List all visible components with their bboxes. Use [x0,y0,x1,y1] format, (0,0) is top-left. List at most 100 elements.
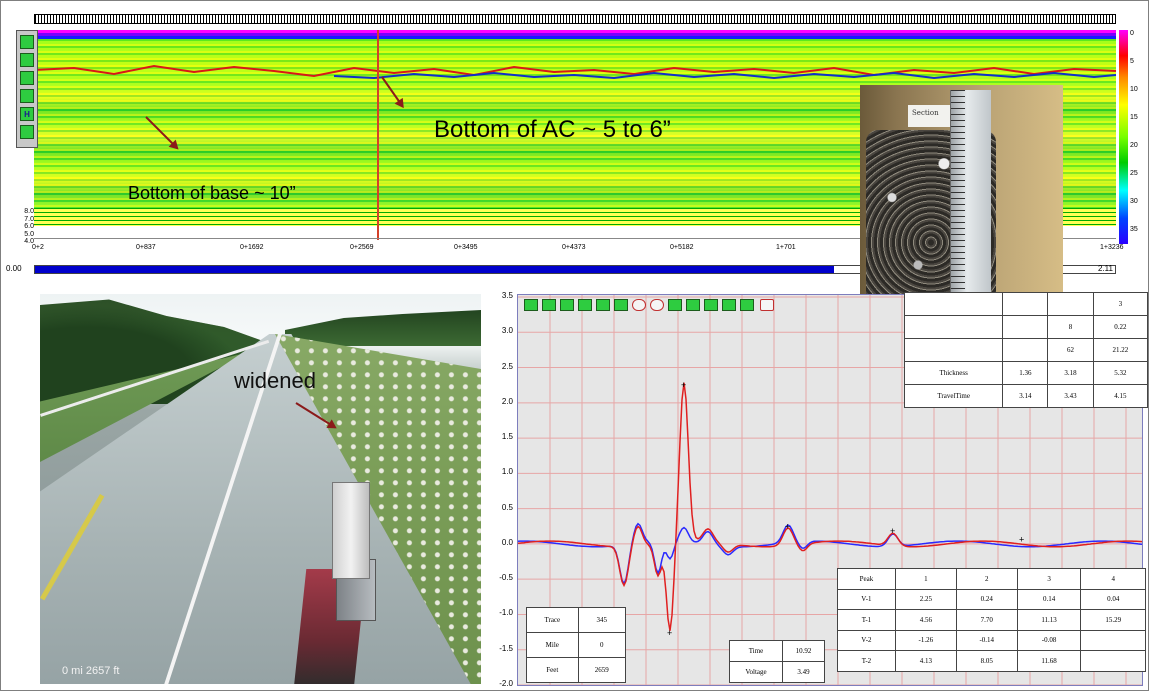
table-cell [1080,650,1146,672]
arrow-right-icon[interactable] [578,299,592,311]
table-cell: 8.05 [955,650,1018,672]
table-row: Voltage 3.49 [728,661,825,683]
table-cell: Feet [526,657,579,683]
table-row: 8 0.22 [903,315,1149,339]
scroll-end-value: 2.11 [1098,264,1113,273]
colorbar-tick-label: 25 [1130,170,1138,177]
table-cell: 2659 [577,657,627,683]
gpr-antenna-cart [293,474,380,684]
fast-forward-icon[interactable] [740,299,754,311]
table-row: V-1 2.25 0.24 0.14 0.04 [837,588,1146,610]
table-cell: -0.14 [955,629,1018,651]
last-icon[interactable] [722,299,736,311]
step-forward-icon[interactable] [542,299,556,311]
table-cell: -0.08 [1016,629,1082,651]
y-tick-label: -0.5 [499,573,513,583]
table-row: Mile 0 [526,632,627,658]
print-icon[interactable] [760,299,774,311]
station-tick-label: 0+5182 [670,244,694,251]
zoom-out-icon[interactable] [650,299,664,311]
table-row: T-1 4.56 7.70 11.13 15.29 [837,609,1146,631]
station-tick-label: 0+3495 [454,244,478,251]
zoom-in-icon[interactable] [632,299,646,311]
scroll-start-value: 0.00 [6,264,22,273]
radargram-toolbox: H [16,30,38,148]
table-cell: 1 [894,568,957,590]
x-icon[interactable] [20,125,34,139]
play-icon[interactable] [524,299,538,311]
table-row: V-2 -1.26 -0.14 -0.08 [837,629,1146,651]
y-tick-label: -1.5 [499,643,513,653]
table-cell: 3 [1016,568,1082,590]
station-tick-label: 0+2 [32,244,44,251]
table-cell: Voltage [728,661,784,683]
antenna-box [332,482,370,579]
y-tick-label: 2.5 [501,361,513,371]
table-cell [1047,292,1094,316]
arrow-left-icon[interactable] [560,299,574,311]
table-cell: T-1 [837,609,896,631]
scrollbar-thumb[interactable] [35,266,835,273]
table-cell: V-1 [837,588,896,610]
table-cell [1002,292,1049,316]
next-icon[interactable] [704,299,718,311]
left-axis-tick: 6.0 [24,223,34,230]
left-axis-tick: 5.0 [24,230,34,238]
colorbar-tick-label: 35 [1130,226,1138,233]
table-cell: 8 [1047,315,1094,339]
table-cell: 3.43 [1047,384,1094,408]
table-cell: 0.22 [1092,315,1149,339]
table-cell [1002,338,1049,362]
first-icon[interactable] [668,299,682,311]
table-cell: 2 [955,568,1018,590]
station-tick-label: 0+1692 [240,244,264,251]
save-icon[interactable] [614,299,628,311]
table-row: Feet 2659 [526,657,627,683]
station-tick-label: 0+837 [136,244,156,251]
h-icon[interactable]: H [20,107,34,121]
table-cell: Mile [526,632,579,658]
trace-ruler[interactable] [34,14,1116,24]
table-row: TravelTime 3.14 3.43 4.15 [903,384,1149,408]
table-row: Time 10.92 [728,640,825,662]
x-box-icon[interactable] [20,89,34,103]
table-cell: 11.13 [1016,609,1082,631]
table-cell: 11.68 [1016,650,1082,672]
crosshair-icon[interactable] [20,71,34,85]
layer-table: 3 8 0.22 62 21.22 Thickness 1.36 3.18 5.32 Travel… [903,292,1149,408]
left-axis-tick: 4.0 [24,238,34,245]
colorbar-tick-label: 20 [1130,142,1138,149]
table-cell [1002,315,1049,339]
annotation-bottom-of-base: Bottom of base ~ 10” [128,183,296,203]
table-cell: 0.14 [1016,588,1082,610]
table-cell [1080,629,1146,651]
undo-icon[interactable] [596,299,610,311]
y-tick-label: 3.5 [501,291,513,300]
colorbar-ticks: 0 5 10 15 20 25 30 35 [1130,30,1149,244]
table-cell: 3.18 [1047,361,1094,385]
table-cell: 21.22 [1092,338,1149,362]
colorbar-tick-label: 0 [1130,30,1134,37]
trace-cursor-line[interactable] [377,30,379,240]
colorbar-tick-label: 5 [1130,58,1134,65]
table-cell: 4.15 [1092,384,1149,408]
table-cell: T-2 [837,650,896,672]
ruler-icon[interactable] [20,35,34,49]
y-tick-label: 0.5 [501,502,513,512]
table-row: T-2 4.13 8.05 11.68 [837,650,1146,672]
prev-icon[interactable] [686,299,700,311]
colorbar-tick-label: 15 [1130,114,1138,121]
table-cell: V-2 [837,629,896,651]
road-photo: widened 0 mi 2657 ft [40,294,481,684]
table-cell: 2.25 [894,588,957,610]
amplitude-colorbar [1119,30,1128,244]
cross-arrows-icon[interactable] [20,53,34,67]
table-cell: 0 [577,632,627,658]
station-tick-label: 0+4373 [562,244,586,251]
y-tick-label: -2.0 [499,679,513,688]
table-cell: 10.92 [782,640,825,662]
left-axis-tick: 8.0 [24,208,34,215]
table-cell: 0.04 [1080,588,1146,610]
peak-table: Peak 1 2 3 4 V-1 2.25 0.24 0.14 0.04 T-1 4.56 7.70 11… [837,568,1146,672]
radargram-left-axis: 8.0 7.0 6.0 5.0 4.0 [8,208,34,246]
